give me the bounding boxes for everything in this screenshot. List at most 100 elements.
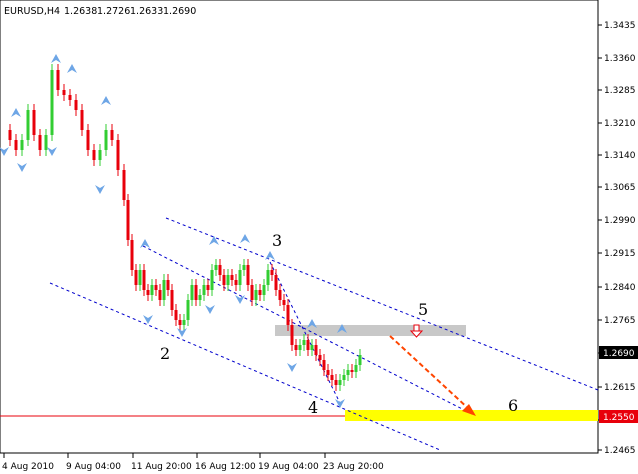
price-axis: 1.3435 1.3360 1.3285 1.3210 1.3140 1.3065 1.29… <box>598 21 636 456</box>
time-tick-label: 9 Aug 04:00 <box>66 462 121 472</box>
price-tick-label: 1.3435 <box>604 21 636 31</box>
candle-body <box>214 265 218 270</box>
price-tick-label: 1.3210 <box>604 119 636 129</box>
candle-body <box>242 265 246 270</box>
candle-body <box>26 110 30 140</box>
wave-label-4: 4 <box>308 398 318 417</box>
candle-body <box>32 110 36 135</box>
candle-body <box>86 130 90 150</box>
wave-label-5: 5 <box>418 300 428 319</box>
candle-body <box>98 150 102 160</box>
price-tick-label: 1.2615 <box>604 383 636 393</box>
candle-body <box>210 270 214 290</box>
candle-body <box>138 270 142 285</box>
candle-body <box>314 345 318 355</box>
price-tick-label: 1.2990 <box>604 216 636 226</box>
candle-body <box>358 355 362 365</box>
candle-body <box>20 140 24 150</box>
price-tick-label: 1.2840 <box>604 283 636 293</box>
candle-body <box>354 365 358 372</box>
candle-body <box>38 135 42 150</box>
price-tick-label: 1.2915 <box>604 249 636 259</box>
candle-body <box>8 130 12 140</box>
candle-body <box>318 355 322 360</box>
candle-body <box>178 320 182 325</box>
candle-body <box>56 70 60 90</box>
candle-body <box>258 290 262 295</box>
candle-body <box>14 140 18 150</box>
time-tick-label: 11 Aug 20:00 <box>131 462 192 472</box>
price-tick-label: 1.3360 <box>604 54 636 64</box>
candle-body <box>162 280 166 300</box>
candle-body <box>306 340 310 350</box>
candle-body <box>334 380 338 385</box>
chart-window[interactable]: 2 3 4 5 6 EURUSD,H4 1.2638 1.2726 1.2633… <box>0 0 638 474</box>
wave-label-3: 3 <box>272 231 282 250</box>
time-tick-label: 4 Aug 2010 <box>2 462 54 472</box>
candle-body <box>338 380 342 385</box>
candle-body <box>206 285 210 290</box>
candle-body <box>150 285 154 295</box>
header-low: 1.2633 <box>130 6 163 17</box>
candle-body <box>182 320 186 325</box>
candle-body <box>122 170 126 200</box>
wave-label-2: 2 <box>160 344 170 363</box>
candle-body <box>294 345 298 350</box>
candle-body <box>166 280 170 290</box>
time-tick-label: 16 Aug 12:00 <box>195 462 256 472</box>
candle-body <box>234 280 238 285</box>
header-symbol: EURUSD,H4 <box>4 6 60 17</box>
candle-body <box>126 200 130 240</box>
candle-body <box>186 300 190 320</box>
candle-body <box>322 360 326 370</box>
price-tick-label: 1.3140 <box>604 151 636 161</box>
candle-body <box>230 275 234 280</box>
candle-body <box>326 370 330 375</box>
candle-body <box>226 275 230 285</box>
candle-body <box>154 285 158 290</box>
header-close: 1.2690 <box>163 6 196 17</box>
level-price-tag: 1.2550 <box>603 413 635 423</box>
candle-body <box>142 270 146 290</box>
candle-body <box>110 130 114 140</box>
price-tick-label: 1.3065 <box>604 183 636 193</box>
candle-body <box>282 300 286 305</box>
candle-body <box>130 240 134 270</box>
candle-body <box>270 270 274 275</box>
candle-body <box>74 100 78 110</box>
candle-body <box>158 290 162 300</box>
candle-body <box>44 135 48 150</box>
candle-body <box>330 375 334 380</box>
header-high: 1.2726 <box>97 6 130 17</box>
candle-body <box>134 270 138 285</box>
candle-body <box>104 130 108 150</box>
price-chart[interactable]: 2 3 4 5 6 EURUSD,H4 1.2638 1.2726 1.2633… <box>0 0 638 474</box>
candle-body <box>174 310 178 320</box>
candle-body <box>170 290 174 310</box>
candle-body <box>250 285 254 300</box>
candle-body <box>218 265 222 275</box>
time-tick-label: 19 Aug 04:00 <box>258 462 319 472</box>
candle-body <box>68 95 72 100</box>
candle-body <box>254 290 258 300</box>
chart-area <box>0 0 599 454</box>
candle-body <box>310 345 314 350</box>
candle-body <box>62 90 66 95</box>
candle-body <box>302 340 306 345</box>
candle-body <box>92 150 96 160</box>
candle-body <box>286 305 290 325</box>
header-open: 1.2638 <box>64 6 97 17</box>
candle-body <box>146 290 150 295</box>
candle-body <box>262 285 266 295</box>
candle-body <box>80 110 84 130</box>
candle-body <box>116 140 120 170</box>
candle-body <box>198 295 202 300</box>
candle-body <box>298 345 302 350</box>
time-tick-label: 23 Aug 20:00 <box>323 462 384 472</box>
candle-body <box>290 325 294 345</box>
candle-body <box>190 285 194 300</box>
price-tick-label: 1.3285 <box>604 86 636 96</box>
candle-body <box>350 370 354 372</box>
wave-label-6: 6 <box>508 396 518 415</box>
candle-body <box>346 370 350 375</box>
